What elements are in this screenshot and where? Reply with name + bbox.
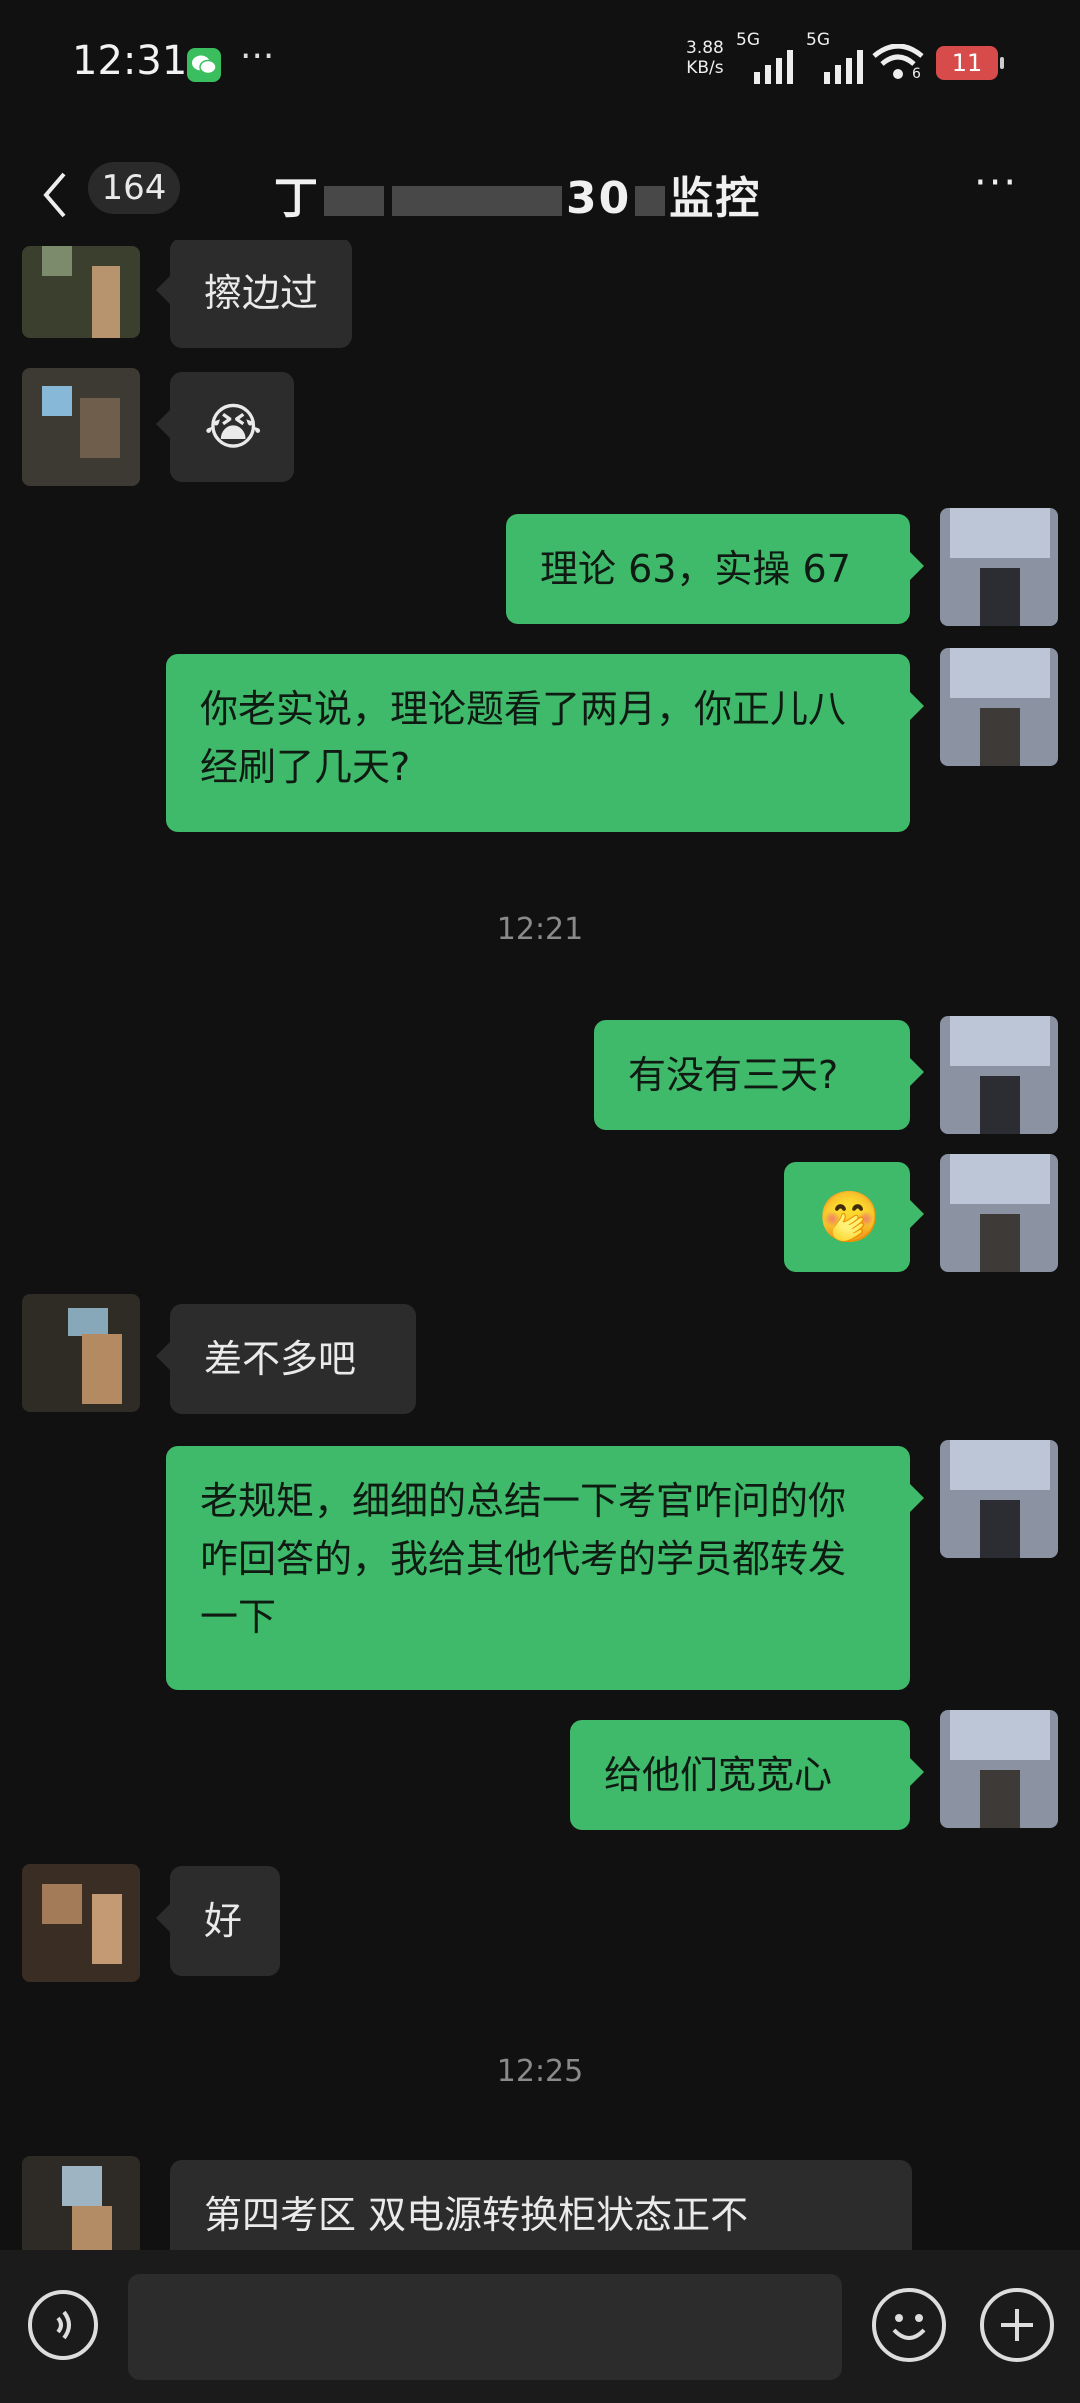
message-bubble[interactable]: 差不多吧	[156, 1304, 416, 1414]
voice-icon[interactable]	[28, 2290, 98, 2360]
title-redaction	[324, 186, 384, 216]
net-speed-value: 3.88	[686, 38, 724, 58]
emoji-crying: 😭	[204, 398, 263, 456]
message-bubble[interactable]: 😭	[156, 372, 294, 482]
message-bubble[interactable]: 好	[156, 1866, 280, 1976]
emoji-icon[interactable]	[872, 2288, 946, 2362]
chat-title-mid: 30	[566, 173, 632, 224]
avatar-self[interactable]	[940, 1154, 1058, 1272]
net-speed: 3.88 KB/s	[686, 38, 724, 78]
input-bar	[0, 2250, 1080, 2403]
signal-2-label: 5G	[806, 30, 830, 50]
chat-title-end: 监控	[669, 173, 762, 224]
signal-bars-icon	[824, 50, 863, 84]
net-speed-unit: KB/s	[686, 58, 724, 78]
timestamp: 12:21	[496, 912, 584, 947]
avatar-self[interactable]	[940, 1440, 1058, 1558]
avatar[interactable]	[22, 2156, 140, 2250]
message-bubble[interactable]: 有没有三天?	[594, 1020, 924, 1130]
wifi-sub: 6	[912, 66, 921, 82]
message-text: 好	[204, 1899, 243, 1943]
avatar[interactable]	[22, 1864, 140, 1982]
message-bubble[interactable]: 第四考区 双电源转换柜状态正不	[170, 2160, 912, 2250]
timestamp: 12:25	[496, 2054, 584, 2089]
avatar[interactable]	[22, 246, 140, 338]
back-icon[interactable]	[40, 170, 70, 220]
message-text: 差不多吧	[204, 1337, 357, 1381]
message-bubble[interactable]: 擦边过	[155, 240, 353, 348]
avatar-self[interactable]	[940, 648, 1058, 766]
message-text: 擦边过	[204, 271, 319, 315]
avatar-self[interactable]	[940, 1016, 1058, 1134]
message-text: 给他们宽宽心	[604, 1753, 833, 1797]
message-text: 理论 63，实操 67	[540, 547, 851, 591]
message-bubble[interactable]: 🤭	[784, 1162, 924, 1272]
chat-messages[interactable]: 擦边过 😭 理论 63，实操 67 你老实说，理论题看了两月，你正儿八经刷了几天…	[0, 240, 1080, 2250]
message-bubble[interactable]: 给他们宽宽心	[570, 1720, 924, 1830]
status-more-dots: ···	[240, 36, 275, 77]
avatar-self[interactable]	[940, 1710, 1058, 1828]
avatar-self[interactable]	[940, 508, 1058, 626]
chat-title-start: 丁	[274, 173, 320, 224]
status-bar: 12:31 ··· 3.88 KB/s 5G 5G 6 11	[0, 0, 1080, 130]
message-input[interactable]	[128, 2274, 842, 2380]
message-bubble[interactable]: 理论 63，实操 67	[506, 514, 924, 624]
chat-header: 164 丁 30 监控 ···	[0, 140, 1080, 240]
message-text: 老规矩，细细的总结一下考官咋问的你咋回答的，我给其他代考的学员都转发一下	[200, 1479, 847, 1639]
chat-title[interactable]: 丁 30 监控	[274, 162, 761, 226]
status-time: 12:31	[72, 38, 188, 84]
battery-indicator: 11	[936, 46, 1004, 80]
signal-1-label: 5G	[736, 30, 760, 50]
more-icon[interactable]: ···	[974, 160, 1018, 206]
title-redaction	[392, 186, 562, 216]
message-text: 第四考区 双电源转换柜状态正不	[204, 2193, 749, 2237]
message-bubble[interactable]: 老规矩，细细的总结一下考官咋问的你咋回答的，我给其他代考的学员都转发一下	[166, 1446, 924, 1690]
avatar[interactable]	[22, 368, 140, 486]
unread-count-badge[interactable]: 164	[88, 162, 180, 214]
message-text: 你老实说，理论题看了两月，你正儿八经刷了几天?	[200, 687, 847, 789]
message-text: 有没有三天?	[628, 1053, 839, 1097]
wechat-icon	[187, 48, 221, 82]
plus-icon[interactable]	[980, 2288, 1054, 2362]
emoji-hand-over-mouth: 🤭	[818, 1188, 881, 1246]
title-redaction	[635, 186, 666, 216]
avatar[interactable]	[22, 1294, 140, 1412]
message-bubble[interactable]: 你老实说，理论题看了两月，你正儿八经刷了几天?	[166, 654, 924, 832]
signal-bars-icon	[754, 50, 793, 84]
